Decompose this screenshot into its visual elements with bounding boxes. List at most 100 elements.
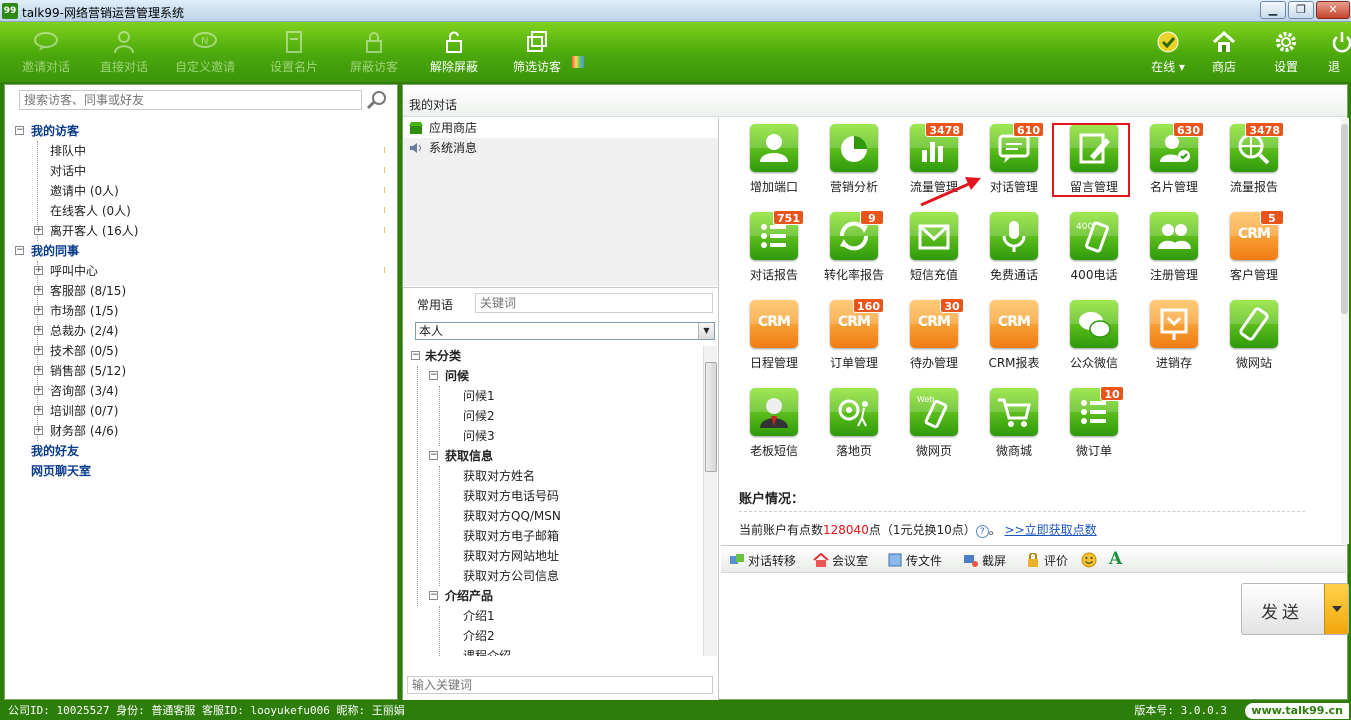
phrase-group-node[interactable]: − 问候 xyxy=(409,366,699,386)
contact-search-input[interactable] xyxy=(19,90,362,110)
invite-chat-label: 邀请对话 xyxy=(21,60,70,74)
direct-chat-button[interactable]: 直接对话 xyxy=(92,30,156,76)
app-tile-label: 注册管理 xyxy=(1149,268,1198,282)
phrase-item[interactable]: 获取对方电子邮箱 xyxy=(409,526,699,546)
tree-item-department[interactable]: + 客服部 (8/15) xyxy=(13,281,393,301)
phrase-item[interactable]: 获取对方电话号码 xyxy=(409,486,699,506)
rate-button[interactable]: 评价 xyxy=(1025,552,1068,569)
system-message-item[interactable]: 系统消息 xyxy=(403,138,718,158)
phrase-group-node[interactable]: − 介绍产品 xyxy=(409,586,699,606)
scroll-thumb[interactable] xyxy=(705,362,717,472)
tree-item-department[interactable]: + 销售部 (5/12) xyxy=(13,361,393,381)
tree-item-online-guests[interactable]: 在线客人 (0人) xyxy=(13,201,393,221)
maximize-button[interactable]: ❐ xyxy=(1288,1,1314,19)
phrase-item[interactable]: 介绍1 xyxy=(409,606,699,626)
meeting-room-button[interactable]: 会议室 xyxy=(813,552,868,569)
tree-item-inviting[interactable]: 邀请中 (0人) xyxy=(13,181,393,201)
transfer-chat-button[interactable]: 对话转移 xyxy=(729,552,796,569)
app-tile-14[interactable]: CRM 5 客户管理 xyxy=(1216,210,1292,292)
help-icon[interactable]: ? xyxy=(975,525,989,538)
unblock-button[interactable]: 解除屏蔽 xyxy=(422,30,486,76)
phrase-item[interactable]: 获取对方公司信息 xyxy=(409,566,699,586)
app-tile-16[interactable]: CRM 160 订单管理 xyxy=(816,298,892,380)
tree-item-left-guests[interactable]: + 离开客人 (16人) xyxy=(13,221,393,241)
app-tile-26[interactable]: 10 微订单 xyxy=(1056,386,1132,468)
app-tile-21[interactable]: 微网站 xyxy=(1216,300,1292,380)
app-tile-12[interactable]: 400 400电话 xyxy=(1056,212,1132,292)
app-tile-18[interactable]: CRM CRM报表 xyxy=(976,300,1052,380)
phrase-keyword-input[interactable] xyxy=(475,293,713,313)
app-tile-11[interactable]: 免费通话 xyxy=(976,212,1052,292)
set-card-button[interactable]: 设置名片 xyxy=(262,30,326,76)
tree-item-queue[interactable]: 排队中 xyxy=(13,141,393,161)
exit-button[interactable]: 退 xyxy=(1328,30,1351,76)
tree-item-department[interactable]: + 总裁办 (2/4) xyxy=(13,321,393,341)
app-tile-2[interactable]: 营销分析 xyxy=(816,124,892,204)
scroll-thumb[interactable] xyxy=(1341,124,1348,314)
app-tile-22[interactable]: 老板短信 xyxy=(736,388,812,468)
app-tile-20[interactable]: 进销存 xyxy=(1136,300,1212,380)
app-tile-24[interactable]: Web 微网页 xyxy=(896,388,972,468)
app-tile-10[interactable]: 短信充值 xyxy=(896,212,972,292)
online-status-button[interactable]: 在线 ▾ xyxy=(1146,30,1190,76)
phrases-scrollbar[interactable] xyxy=(703,346,717,656)
app-tile-label: 微订单 xyxy=(1075,444,1112,458)
site-url-link[interactable]: www.talk99.cn xyxy=(1245,703,1349,719)
tree-node-my-visitors[interactable]: − 我的访客 xyxy=(13,121,393,141)
tree-item-department[interactable]: + 市场部 (1/5) xyxy=(13,301,393,321)
custom-invite-button[interactable]: N 自定义邀请 xyxy=(168,30,242,76)
get-points-link[interactable]: >>立即获取点数 xyxy=(1005,523,1097,537)
app-tile-15[interactable]: CRM 日程管理 xyxy=(736,300,812,380)
block-visitor-button[interactable]: 屏蔽访客 xyxy=(342,30,406,76)
tree-node-my-colleagues[interactable]: − 我的同事 xyxy=(13,241,393,261)
phrase-item[interactable]: 问候3 xyxy=(409,426,699,446)
tree-item-department[interactable]: + 咨询部 (3/4) xyxy=(13,381,393,401)
app-tile-19[interactable]: 公众微信 xyxy=(1056,300,1132,380)
app-tile-label: 老板短信 xyxy=(749,444,798,458)
phrase-item[interactable]: 问候1 xyxy=(409,386,699,406)
tree-item-chatting[interactable]: 对话中 xyxy=(13,161,393,181)
phrase-group-node[interactable]: − 获取信息 xyxy=(409,446,699,466)
phrase-item[interactable]: 课程介绍 xyxy=(409,646,699,656)
app-tile-8[interactable]: 751 对话报告 xyxy=(736,210,812,292)
palette-icon[interactable] xyxy=(572,56,584,68)
phrase-root-node[interactable]: − 未分类 xyxy=(409,346,699,366)
system-message-label: 系统消息 xyxy=(429,141,478,155)
app-tile-17[interactable]: CRM 30 待办管理 xyxy=(896,298,972,380)
font-A-icon[interactable]: A xyxy=(1109,549,1122,569)
screenshot-button[interactable]: 截屏 xyxy=(963,552,1006,569)
send-options-dropdown[interactable] xyxy=(1324,584,1348,634)
send-file-button[interactable]: 传文件 xyxy=(887,552,942,569)
app-grid-scrollbar[interactable] xyxy=(1341,118,1349,544)
store-button[interactable]: 商店 xyxy=(1204,30,1244,76)
phrase-item[interactable]: 获取对方QQ/MSN xyxy=(409,506,699,526)
settings-button[interactable]: 设置 xyxy=(1266,30,1306,76)
tree-item-department[interactable]: + 技术部 (0/5) xyxy=(13,341,393,361)
tree-node-my-friends[interactable]: 我的好友 xyxy=(13,441,393,461)
invite-chat-button[interactable]: 邀请对话 xyxy=(14,30,78,76)
phrase-item[interactable]: 获取对方姓名 xyxy=(409,466,699,486)
search-icon[interactable] xyxy=(365,89,389,111)
app-tile-23[interactable]: 落地页 xyxy=(816,388,892,468)
smiley-icon[interactable] xyxy=(1081,552,1097,571)
phrase-search-input[interactable] xyxy=(407,676,713,694)
app-tile-25[interactable]: 微商城 xyxy=(976,388,1052,468)
phrase-item[interactable]: 获取对方网站地址 xyxy=(409,546,699,566)
tree-item-department[interactable]: + 财务部 (4/6) xyxy=(13,421,393,441)
app-tile-1[interactable]: 增加端口 xyxy=(736,124,812,204)
close-button[interactable]: ✕ xyxy=(1316,1,1350,19)
phrase-scope-select[interactable]: 本人 ▼ xyxy=(415,322,715,340)
app-tile-9[interactable]: 9 转化率报告 xyxy=(816,210,892,292)
minimize-button[interactable]: ▁ xyxy=(1260,1,1286,19)
tree-node-chatroom[interactable]: 网页聊天室 xyxy=(13,461,393,481)
app-store-item[interactable]: 应用商店 xyxy=(403,118,718,138)
tree-item-department[interactable]: + 呼叫中心 xyxy=(13,261,393,281)
send-button[interactable]: 发送 xyxy=(1241,583,1349,635)
app-tile-6[interactable]: 630 名片管理 xyxy=(1136,122,1212,204)
app-tile-13[interactable]: 注册管理 xyxy=(1136,212,1212,292)
filter-visitor-button[interactable]: 筛选访客 xyxy=(506,30,568,76)
phrase-item[interactable]: 介绍2 xyxy=(409,626,699,646)
tree-item-department[interactable]: + 培训部 (0/7) xyxy=(13,401,393,421)
phrase-item[interactable]: 问候2 xyxy=(409,406,699,426)
app-tile-7[interactable]: 3478 流量报告 xyxy=(1216,122,1292,204)
